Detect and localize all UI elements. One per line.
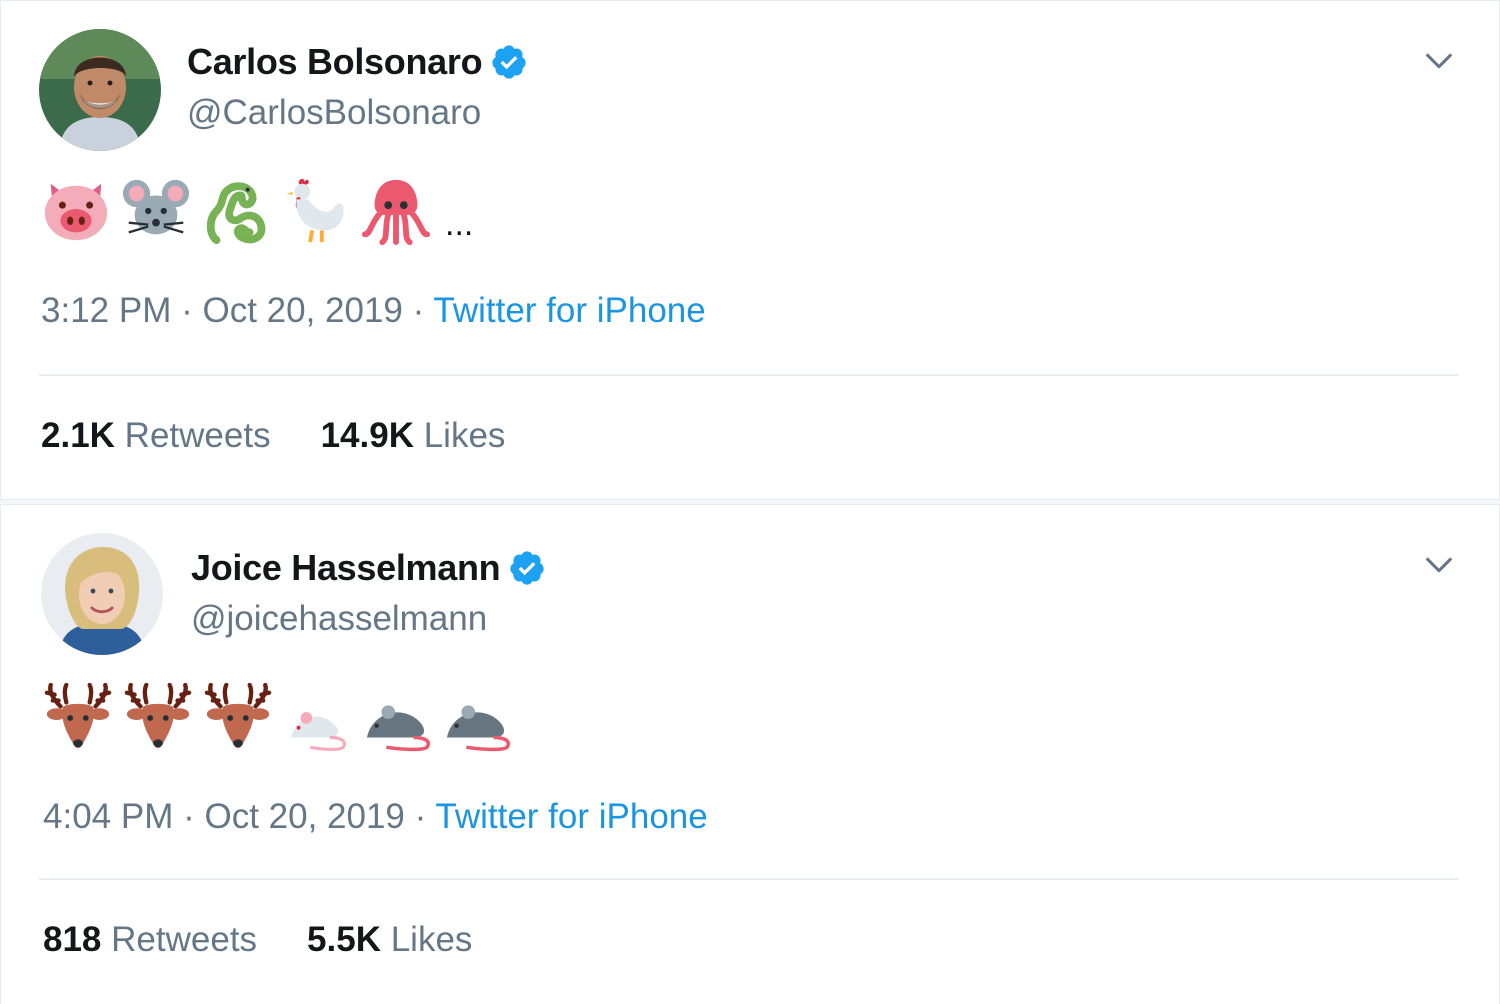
- tweet-time[interactable]: 4:04 PM: [43, 797, 173, 836]
- chevron-down-icon[interactable]: [1419, 545, 1459, 585]
- tweet-meta: 4:04 PM · Oct 20, 2019 · Twitter for iPh…: [43, 797, 708, 837]
- meta-separator: ·: [183, 797, 195, 836]
- retweets-count: 2.1K: [41, 416, 115, 455]
- author-line: Joice Hasselmann: [191, 547, 546, 589]
- retweets-label: Retweets: [111, 920, 258, 959]
- author-handle[interactable]: @joicehasselmann: [191, 599, 487, 639]
- avatar[interactable]: [39, 29, 161, 151]
- author-line: Carlos Bolsonaro: [187, 41, 528, 83]
- meta-separator: ·: [181, 291, 193, 330]
- tweet-source-link[interactable]: Twitter for iPhone: [433, 291, 705, 330]
- tweet-date[interactable]: Oct 20, 2019: [202, 291, 402, 330]
- rat-icon: [443, 683, 513, 753]
- retweets-label: Retweets: [124, 416, 271, 455]
- meta-separator: ·: [412, 291, 425, 330]
- tweet-time[interactable]: 3:12 PM: [41, 291, 171, 330]
- tweet-card-1[interactable]: Carlos Bolsonaro @CarlosBolsonaro ... 3:…: [0, 0, 1500, 500]
- tweet-text: [43, 683, 513, 753]
- tweet-source-link[interactable]: Twitter for iPhone: [435, 797, 707, 836]
- retweets-stat[interactable]: 2.1K Retweets: [41, 416, 271, 456]
- chevron-down-icon[interactable]: [1419, 41, 1459, 81]
- verified-badge-icon: [508, 549, 546, 587]
- likes-count: 14.9K: [320, 416, 414, 455]
- author-name[interactable]: Joice Hasselmann: [191, 547, 501, 589]
- pig-face-icon: [41, 176, 111, 246]
- deer-icon: [123, 683, 193, 753]
- likes-stat[interactable]: 14.9K Likes: [321, 416, 506, 456]
- avatar[interactable]: [41, 533, 163, 655]
- tweet-meta: 3:12 PM · Oct 20, 2019 · Twitter for iPh…: [41, 291, 706, 331]
- verified-badge-icon: [490, 43, 528, 81]
- retweets-count: 818: [43, 920, 102, 959]
- author-name[interactable]: Carlos Bolsonaro: [187, 41, 483, 83]
- squid-icon: [361, 176, 431, 246]
- tweet-stats: 2.1K Retweets 14.9K Likes: [41, 416, 505, 456]
- white-mouse-icon: [283, 683, 353, 753]
- tweet-trailing-text: ...: [445, 205, 474, 243]
- author-handle[interactable]: @CarlosBolsonaro: [187, 93, 481, 133]
- likes-count: 5.5K: [307, 920, 381, 959]
- tweet-card-2[interactable]: Joice Hasselmann @joicehasselmann 4:04 P…: [0, 504, 1500, 1004]
- rat-icon: [363, 683, 433, 753]
- tweet-date[interactable]: Oct 20, 2019: [204, 797, 404, 836]
- likes-label: Likes: [390, 920, 473, 959]
- likes-stat[interactable]: 5.5K Likes: [307, 920, 472, 960]
- deer-icon: [43, 683, 113, 753]
- divider: [39, 374, 1459, 376]
- mouse-face-icon: [121, 176, 191, 246]
- rooster-icon: [281, 176, 351, 246]
- meta-separator: ·: [414, 797, 427, 836]
- likes-label: Likes: [423, 416, 506, 455]
- retweets-stat[interactable]: 818 Retweets: [43, 920, 257, 960]
- divider: [39, 878, 1459, 880]
- deer-icon: [203, 683, 273, 753]
- tweet-stats: 818 Retweets 5.5K Likes: [43, 920, 472, 960]
- tweet-text: ...: [41, 176, 473, 246]
- snake-icon: [201, 176, 271, 246]
